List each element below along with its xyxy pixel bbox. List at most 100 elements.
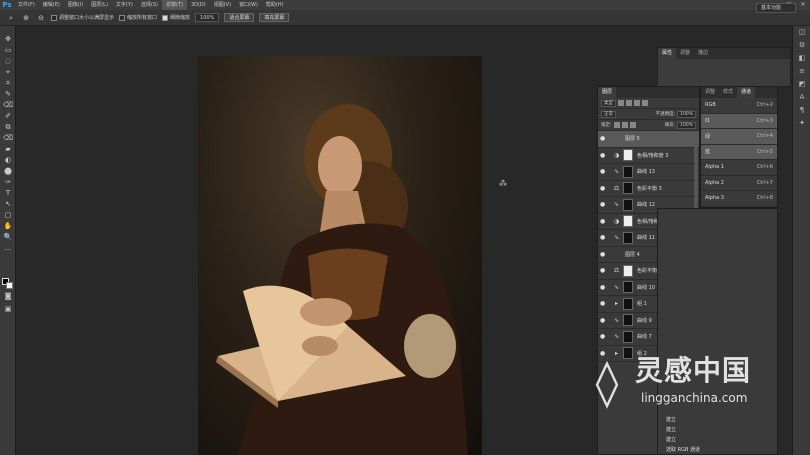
resize-windows-checkbox[interactable]: 调整窗口大小以满屏显示 (51, 14, 114, 21)
tab-stroke[interactable]: 描边 (694, 48, 712, 59)
visibility-eye-icon[interactable]: ● (600, 234, 610, 241)
fill-screen-button[interactable]: 填充屏幕 (259, 13, 290, 22)
menu-layer[interactable]: 图层(L) (87, 0, 112, 10)
visibility-eye-icon[interactable]: ● (600, 251, 610, 258)
clone-stamp-tool-icon[interactable]: ⧉ (0, 122, 16, 133)
tools-preset-icon[interactable]: ⚙ (793, 39, 810, 52)
layer-name[interactable]: 图层 5 (625, 135, 640, 142)
layer-name[interactable]: 曲线 12 (637, 201, 655, 208)
zoom-all-checkbox[interactable]: 缩放所有窗口 (119, 14, 157, 21)
channel-row[interactable]: 红 Ctrl+3 (701, 113, 777, 129)
move-tool-icon[interactable]: ✥ (0, 34, 16, 45)
menu-window[interactable]: 窗口(W) (235, 0, 262, 10)
lock-pixels-icon[interactable] (613, 122, 620, 128)
blend-mode-select[interactable]: 正常 (601, 110, 616, 118)
eraser-tool-icon[interactable]: ▰ (0, 144, 16, 155)
channel-row[interactable]: RGB Ctrl+2 (701, 98, 777, 114)
menu-type[interactable]: 文字(Y) (112, 0, 137, 10)
menu-select[interactable]: 选择(S) (137, 0, 162, 10)
fill-field[interactable]: 100% (677, 121, 696, 129)
layer-row[interactable]: ● ∿ 曲线 13 (598, 164, 699, 181)
channel-row[interactable]: Alpha 3 Ctrl+8 (701, 191, 777, 207)
history-item[interactable]: 建立 (666, 425, 676, 433)
layer-row[interactable]: ● ◑ 色相/饱和度 3 (598, 148, 699, 164)
menu-help[interactable]: 帮助(H) (262, 0, 288, 10)
zoom-out-icon[interactable]: ⊖ (36, 13, 46, 23)
visibility-eye-icon[interactable]: ● (600, 135, 610, 142)
zoom-icon[interactable]: ⌕ (6, 13, 16, 23)
actions-icon[interactable]: ◧ (793, 52, 810, 65)
layer-thumbnail[interactable] (623, 330, 633, 343)
dodge-tool-icon[interactable]: ⬤ (0, 166, 16, 177)
layer-thumbnail[interactable] (623, 215, 633, 228)
close-icon[interactable]: ✕ (796, 0, 810, 10)
layer-thumbnail[interactable] (623, 149, 633, 162)
layer-thumbnail[interactable] (623, 182, 633, 195)
paragraph-icon[interactable]: ¶ (793, 104, 810, 117)
history-item[interactable]: 建立 (666, 435, 676, 443)
layer-name[interactable]: 色相/饱和度 3 (637, 152, 668, 159)
screen-mode-icon[interactable]: ▣ (0, 304, 16, 315)
quick-mask-icon[interactable]: ◙ (0, 291, 16, 302)
crop-tool-icon[interactable]: ⌗ (0, 78, 16, 89)
filter-shape-icon[interactable] (642, 100, 648, 106)
history-icon[interactable]: ◫ (793, 26, 810, 39)
tab-channels[interactable]: 通道 (737, 87, 756, 98)
lock-position-icon[interactable] (621, 122, 628, 128)
libraries-icon[interactable]: ◩ (793, 78, 810, 91)
visibility-eye-icon[interactable]: ● (600, 168, 610, 175)
layer-name[interactable]: 组 1 (637, 300, 647, 307)
layer-thumbnail[interactable] (623, 264, 633, 277)
marquee-tool-icon[interactable]: ▭ (0, 45, 16, 56)
lock-all-icon[interactable] (629, 122, 636, 128)
zoom-in-icon[interactable]: ⊕ (21, 13, 31, 23)
path-select-tool-icon[interactable]: ↖ (0, 199, 16, 210)
layer-filter-select[interactable]: 类型 (601, 99, 616, 107)
background-color-swatch[interactable] (6, 282, 13, 289)
type-tool-icon[interactable]: T (0, 188, 16, 199)
healing-tool-icon[interactable]: ⌫ (0, 100, 16, 111)
filter-pixel-icon[interactable] (618, 100, 624, 106)
tab-styles[interactable]: 样式 (719, 87, 737, 98)
layer-name[interactable]: 曲线 10 (637, 284, 655, 291)
info-icon[interactable]: ≡ (793, 65, 810, 78)
layer-name[interactable]: 图层 4 (625, 251, 640, 258)
layer-name[interactable]: 曲线 7 (637, 333, 652, 340)
visibility-eye-icon[interactable]: ● (600, 218, 610, 225)
menu-edit[interactable]: 编辑(E) (39, 0, 64, 10)
menu-image[interactable]: 图像(I) (64, 0, 87, 10)
layer-name[interactable]: 曲线 13 (637, 168, 655, 175)
menu-filter[interactable]: 滤镜(T) (161, 0, 187, 10)
visibility-eye-icon[interactable]: ● (600, 201, 610, 208)
eyedropper-tool-icon[interactable]: ✎ (0, 89, 16, 100)
visibility-eye-icon[interactable]: ● (600, 267, 610, 274)
document-image[interactable] (198, 56, 482, 455)
visibility-eye-icon[interactable]: ● (600, 333, 610, 340)
channel-row[interactable]: 蓝 Ctrl+5 (701, 144, 777, 160)
layer-thumbnail[interactable] (623, 198, 633, 211)
history-item[interactable]: 选取 RGB 通道 (666, 445, 700, 453)
zoom-value-field[interactable]: 100% (195, 13, 220, 22)
menu-file[interactable]: 文件(F) (14, 0, 39, 10)
scrubby-zoom-checkbox[interactable]: 细微缩放 (162, 14, 190, 21)
layer-row[interactable]: ● ⚖ 色彩平衡 3 (598, 181, 699, 197)
menu-view[interactable]: 视图(V) (210, 0, 235, 10)
opacity-field[interactable]: 100% (677, 110, 696, 118)
pen-tool-icon[interactable]: ✑ (0, 177, 16, 188)
visibility-eye-icon[interactable]: ● (600, 317, 610, 324)
zoom-tool-icon[interactable]: 🔍 (0, 232, 16, 243)
lasso-tool-icon[interactable]: ◌ (0, 56, 16, 67)
channel-row[interactable]: Alpha 1 Ctrl+6 (701, 160, 777, 176)
layer-thumbnail[interactable] (623, 231, 633, 244)
history-brush-tool-icon[interactable]: ⌫ (0, 133, 16, 144)
layer-row[interactable]: ● 图层 5 (598, 131, 808, 155)
tab-adjustments[interactable]: 调整 (676, 48, 694, 59)
layer-name[interactable]: 曲线 11 (637, 234, 655, 241)
visibility-eye-icon[interactable]: ● (600, 152, 610, 159)
layer-name[interactable]: 色彩平衡 3 (637, 185, 662, 192)
tab-properties[interactable]: 属性 (658, 48, 677, 59)
fit-screen-button[interactable]: 适合屏幕 (224, 13, 255, 22)
more-tools-icon[interactable]: … (0, 243, 16, 254)
layer-name[interactable]: 曲线 9 (637, 317, 652, 324)
layer-thumbnail[interactable] (623, 297, 633, 310)
